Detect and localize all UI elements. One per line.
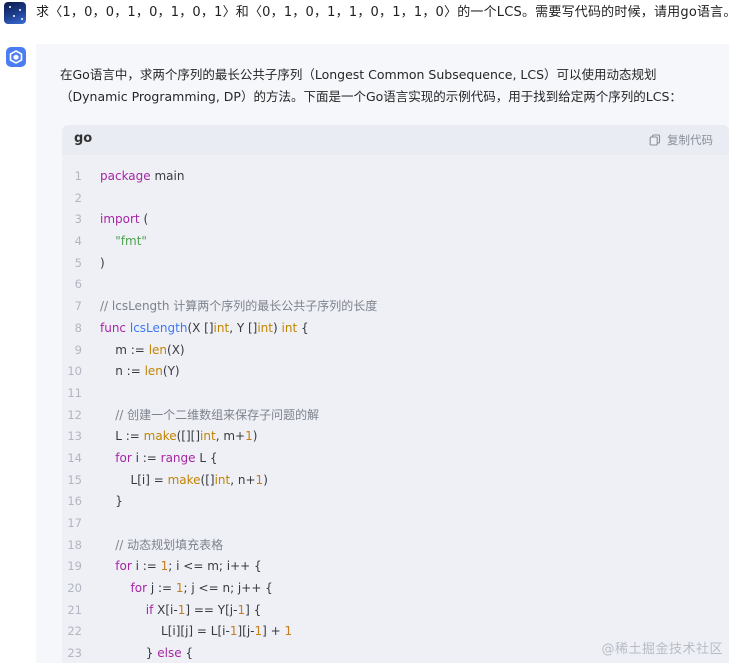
line-number: 17 <box>67 516 82 530</box>
line-number: 3 <box>74 212 82 227</box>
line-number: 21 <box>67 602 82 617</box>
code-text: package main <box>100 169 185 183</box>
code-line: 20 for j := 1; j <= n; j++ { <box>62 578 729 600</box>
line-number: 9 <box>74 342 82 357</box>
code-line: 3 import ( <box>62 209 729 231</box>
line-number: 10 <box>67 364 82 379</box>
code-line: 5) <box>62 253 729 275</box>
code-text: for i := range L { <box>115 450 218 465</box>
code-text: L := make([][]int, m+1) <box>100 429 258 444</box>
line-number: 2 <box>74 190 82 205</box>
code-line: 12 // 创建一个二维数组来保存子问题的解 <box>62 405 729 427</box>
code-line: 21 if X[i-1] == Y[j-1] { <box>62 600 729 622</box>
line-number: 8 <box>74 320 82 335</box>
line-number: 22 <box>67 624 82 639</box>
code-line: 1 package main <box>62 166 729 188</box>
code-text: import ( <box>100 212 149 227</box>
copy-code-button[interactable]: 复制代码 <box>649 132 713 148</box>
line-number: 13 <box>67 429 82 444</box>
code-lines: 1 package main 2 3 import (4 "fmt" 5) 6 7// lcs… <box>62 166 729 663</box>
code-line: 7 // lcsLength 计算两个序列的最长公共子序列的长度 <box>62 296 729 318</box>
code-line: 19 for i := 1; i <= m; i++ { <box>62 556 729 578</box>
code-text: ) <box>100 255 105 270</box>
code-line: 9 m := len(X) <box>62 340 729 362</box>
code-text: L[i] = make([]int, n+1) <box>100 472 268 487</box>
code-text: // 动态规划填充表格 <box>115 537 224 552</box>
code-line: 6 <box>62 274 729 296</box>
user-avatar <box>4 2 26 24</box>
code-line: 17 <box>62 513 729 535</box>
line-number: 12 <box>67 407 82 422</box>
line-number: 20 <box>67 581 82 596</box>
watermark: @稀土掘金技术社区 <box>601 642 723 657</box>
code-line: 13 L := make([][]int, m+1) <box>62 426 729 448</box>
user-message: 求〈1，0，0，1，0，1，0，1〉和〈0，1，0，1，1，0，1，1，0〉的一… <box>36 5 729 20</box>
line-number: 14 <box>67 450 82 465</box>
assistant-avatar-icon <box>6 47 26 67</box>
code-line: 14 for i := range L { <box>62 448 729 470</box>
code-text: } else { <box>100 646 194 661</box>
code-line: 18 // 动态规划填充表格 <box>62 535 729 557</box>
code-line: 2 <box>62 188 729 210</box>
line-number: 15 <box>67 472 82 487</box>
line-number: 18 <box>67 537 82 552</box>
line-number: 6 <box>74 277 82 292</box>
code-text: func lcsLength(X []int, Y []int) int { <box>100 320 309 335</box>
code-text: for i := 1; i <= m; i++ { <box>115 559 262 574</box>
code-block: go 复制代码 1 package main 2 3 import (4 "fmt" 5)… <box>62 125 729 663</box>
code-text: for j := 1; j <= n; j++ { <box>130 581 273 596</box>
copy-icon <box>649 134 661 146</box>
code-text: } <box>100 494 123 509</box>
code-line: 8 func lcsLength(X []int, Y []int) int { <box>62 318 729 340</box>
line-number: 16 <box>67 494 82 509</box>
assistant-intro-text: 在Go语言中，求两个序列的最长公共子序列（Longest Common Subs… <box>60 67 682 104</box>
code-text: m := len(X) <box>100 342 185 357</box>
copy-code-label: 复制代码 <box>667 133 713 147</box>
line-number: 23 <box>67 646 82 661</box>
code-text: n := len(Y) <box>100 364 180 379</box>
line-number: 4 <box>74 234 82 249</box>
line-number: 1 <box>74 169 82 183</box>
code-text: // 创建一个二维数组来保存子问题的解 <box>115 407 320 422</box>
code-line: 4 "fmt" <box>62 231 729 253</box>
code-language-label: go <box>74 131 93 146</box>
code-text: if X[i-1] == Y[j-1] { <box>145 602 262 617</box>
code-block-header: go 复制代码 <box>62 125 729 155</box>
code-text: "fmt" <box>115 234 147 249</box>
code-line: 15 L[i] = make([]int, n+1) <box>62 470 729 492</box>
code-text: L[i][j] = L[i-1][j-1] + 1 <box>100 624 293 639</box>
user-message-row: 求〈1，0，0，1，0，1，0，1〉和〈0，1，0，1，1，0，1，1，0〉的一… <box>0 0 729 36</box>
line-number: 7 <box>74 299 82 314</box>
line-number: 19 <box>67 559 82 574</box>
code-line: 11 <box>62 383 729 405</box>
code-line: 16 } <box>62 491 729 513</box>
code-line: 10 n := len(Y) <box>62 361 729 383</box>
line-number: 5 <box>74 255 82 270</box>
code-text: // lcsLength 计算两个序列的最长公共子序列的长度 <box>100 299 378 314</box>
line-number: 11 <box>67 385 82 400</box>
